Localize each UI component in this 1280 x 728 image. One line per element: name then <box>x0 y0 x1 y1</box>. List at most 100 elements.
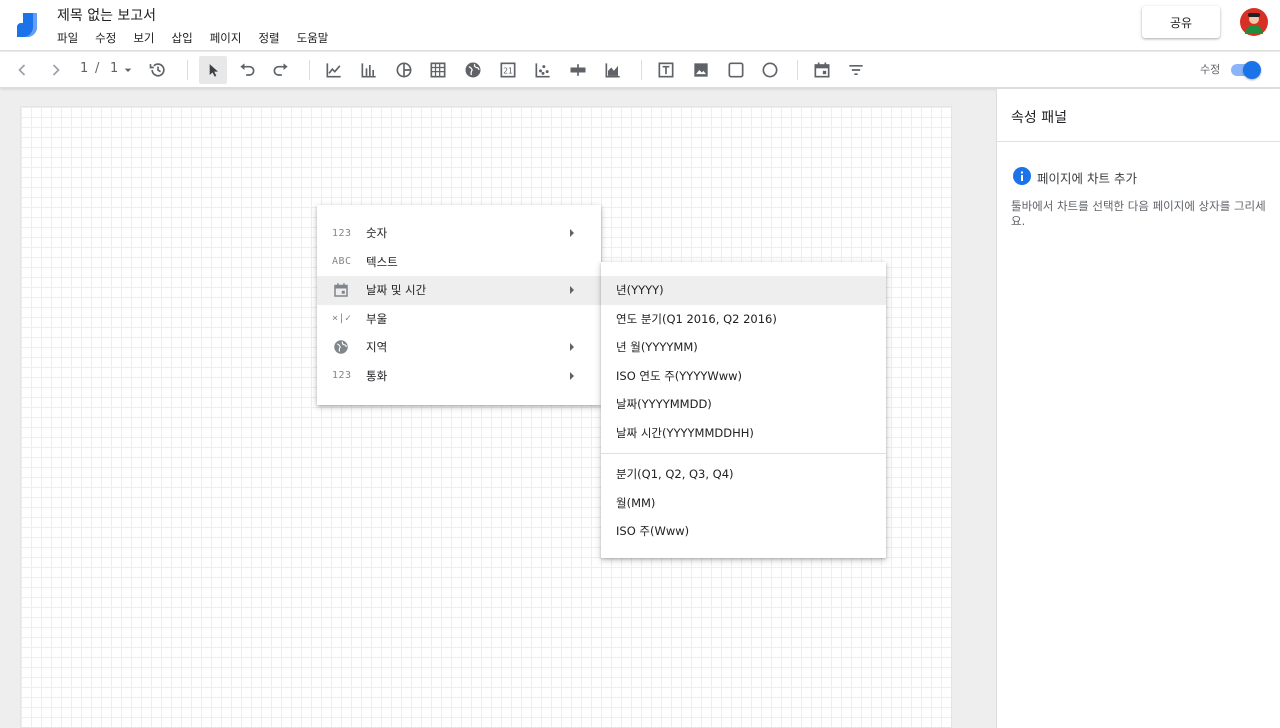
redo-icon <box>273 63 288 76</box>
toggle-knob <box>1243 61 1261 79</box>
text-icon <box>658 62 674 78</box>
bar-chart-button[interactable] <box>357 58 381 82</box>
menu-edit[interactable]: 수정 <box>95 30 116 46</box>
geo-map-button[interactable] <box>461 58 485 82</box>
submenu-item-date-hour[interactable]: 날짜 시간(YYYYMMDDHH) <box>601 419 886 448</box>
table-button[interactable] <box>426 58 450 82</box>
menu-insert[interactable]: 삽입 <box>172 30 193 46</box>
menu-item-text[interactable]: ABC 텍스트 <box>317 248 601 277</box>
app-header: 제목 없는 보고서 파일 수정 보기 삽입 페이지 정렬 도움말 공유 <box>0 0 1280 51</box>
user-avatar[interactable] <box>1240 8 1268 36</box>
submenu-arrow-icon <box>570 286 574 295</box>
text-box-button[interactable] <box>654 58 678 82</box>
menu-item-number[interactable]: 123 숫자 <box>317 219 601 248</box>
menu-arrange[interactable]: 정렬 <box>258 30 279 46</box>
scorecard-button[interactable]: 21 <box>496 58 520 82</box>
filter-control-button[interactable] <box>844 58 868 82</box>
menu-item-geo[interactable]: 지역 <box>317 333 601 362</box>
chevron-left-icon <box>18 64 26 76</box>
menu-item-label: 통화 <box>366 368 388 383</box>
page-separator: / <box>95 61 100 76</box>
globe-icon <box>332 338 354 356</box>
submenu-arrow-icon <box>570 229 574 238</box>
share-button[interactable]: 공유 <box>1142 6 1220 38</box>
calendar-icon <box>814 62 830 78</box>
caret-down-icon <box>124 68 132 72</box>
rectangle-button[interactable] <box>724 58 748 82</box>
select-tool-button[interactable] <box>199 56 227 84</box>
menu-item-label: 부울 <box>366 311 388 326</box>
menu-file[interactable]: 파일 <box>57 30 78 46</box>
submenu-item-date[interactable]: 날짜(YYYYMMDD) <box>601 390 886 419</box>
submenu-item-iso-week[interactable]: ISO 주(Www) <box>601 517 886 546</box>
edit-mode-label: 수정 <box>1200 63 1221 76</box>
info-icon <box>1013 167 1031 185</box>
menu-help[interactable]: 도움말 <box>297 30 329 46</box>
svg-text:21: 21 <box>503 66 513 75</box>
menu-bar: 파일 수정 보기 삽입 페이지 정렬 도움말 <box>57 30 345 46</box>
menu-view[interactable]: 보기 <box>133 30 154 46</box>
prev-page-button[interactable] <box>10 58 34 82</box>
pie-chart-button[interactable] <box>392 58 416 82</box>
menu-item-label: 날짜 및 시간 <box>366 283 427 298</box>
submenu-item-iso-year-week[interactable]: ISO 연도 주(YYYYWww) <box>601 362 886 391</box>
submenu-item-quarter[interactable]: 분기(Q1, Q2, Q3, Q4) <box>601 460 886 489</box>
bullet-chart-button[interactable] <box>566 58 590 82</box>
undo-button[interactable] <box>235 58 259 82</box>
edit-mode-toggle[interactable] <box>1229 61 1261 79</box>
menu-page[interactable]: 페이지 <box>210 30 242 46</box>
panel-heading: 페이지에 차트 추가 <box>1037 171 1137 186</box>
date-range-control-button[interactable] <box>810 58 834 82</box>
time-series-chart-button[interactable] <box>322 58 346 82</box>
version-history-button[interactable] <box>146 58 170 82</box>
image-button[interactable] <box>689 58 713 82</box>
menu-item-label: 지역 <box>366 340 388 355</box>
cursor-icon <box>209 64 218 77</box>
table-icon <box>430 62 446 78</box>
next-page-button[interactable] <box>44 58 68 82</box>
rectangle-icon <box>728 62 744 78</box>
toolbar-divider <box>309 60 310 80</box>
scorecard-icon: 21 <box>500 62 516 78</box>
menu-item-currency[interactable]: 123 통화 <box>317 362 601 391</box>
line-chart-icon <box>326 63 341 78</box>
menu-item-date-time[interactable]: 날짜 및 시간 <box>317 276 601 305</box>
page-dropdown-button[interactable] <box>120 58 136 82</box>
menu-item-label: 텍스트 <box>366 254 398 269</box>
field-type-menu: 123 숫자 ABC 텍스트 날짜 및 시간 ×|✓ 부울 지역 123 통화 <box>317 205 601 405</box>
scatter-chart-button[interactable] <box>531 58 555 82</box>
area-chart-icon <box>605 63 620 78</box>
toolbar-divider <box>797 60 798 80</box>
submenu-arrow-icon <box>570 371 574 380</box>
data-studio-logo-icon[interactable] <box>15 11 41 37</box>
properties-panel: 속성 패널 페이지에 차트 추가 툴바에서 차트를 선택한 다음 페이지에 상자… <box>996 89 1280 728</box>
date-time-submenu: 년(YYYY) 연도 분기(Q1 2016, Q2 2016) 년 월(YYYY… <box>601 262 886 558</box>
bullet-chart-icon <box>570 64 586 76</box>
boolean-type-icon: ×|✓ <box>332 313 352 325</box>
toolbar: 1 / 1 21 수정 <box>0 52 1280 88</box>
submenu-arrow-icon <box>570 343 574 352</box>
bar-chart-icon <box>361 63 376 78</box>
circle-icon <box>762 62 778 78</box>
panel-divider <box>997 141 1280 142</box>
menu-item-boolean[interactable]: ×|✓ 부울 <box>317 305 601 334</box>
chevron-right-icon <box>52 64 60 76</box>
number-type-icon: 123 <box>332 227 352 239</box>
page-current: 1 <box>80 61 89 76</box>
image-icon <box>694 63 708 77</box>
panel-title: 속성 패널 <box>1011 110 1067 126</box>
submenu-item-year[interactable]: 년(YYYY) <box>601 276 886 305</box>
menu-item-label: 숫자 <box>366 226 388 241</box>
circle-button[interactable] <box>758 58 782 82</box>
toolbar-divider <box>187 60 188 80</box>
history-icon <box>149 63 165 77</box>
filter-icon <box>849 65 863 75</box>
submenu-item-month[interactable]: 월(MM) <box>601 489 886 518</box>
text-type-icon: ABC <box>332 256 352 268</box>
redo-button[interactable] <box>269 58 293 82</box>
area-chart-button[interactable] <box>601 58 625 82</box>
submenu-item-year-quarter[interactable]: 연도 분기(Q1 2016, Q2 2016) <box>601 305 886 334</box>
submenu-item-year-month[interactable]: 년 월(YYYYMM) <box>601 333 886 362</box>
report-title[interactable]: 제목 없는 보고서 <box>57 5 156 25</box>
pie-chart-icon <box>396 62 412 78</box>
